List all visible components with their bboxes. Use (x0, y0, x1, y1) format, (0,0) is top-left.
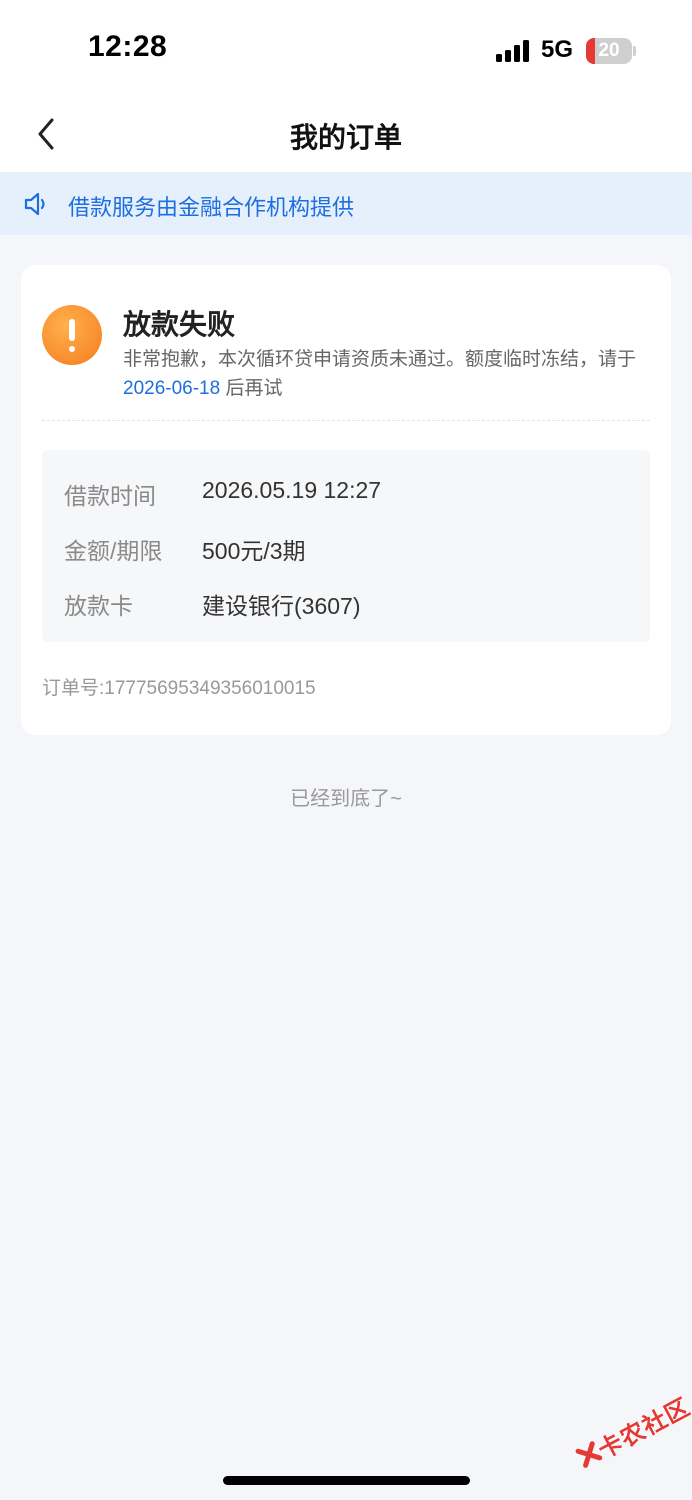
status-desc-suffix: 后再试 (220, 378, 283, 399)
status-desc-prefix: 非常抱歉，本次循环贷申请资质未通过。额度临时冻结，请于 (123, 349, 637, 370)
battery-tip (633, 46, 636, 56)
network-type: 5G (541, 36, 574, 63)
watermark-text: 卡农社区 (593, 1393, 692, 1465)
detail-label: 借款时间 (64, 483, 156, 509)
page-title: 我的订单 (289, 122, 402, 153)
detail-row-amount-term: 金额/期限 500元/3期 (42, 532, 650, 568)
warning-icon (42, 305, 102, 365)
detail-value: 500元/3期 (202, 538, 306, 564)
notice-bar: 借款服务由金融合作机构提供 (0, 172, 692, 235)
divider (42, 420, 650, 421)
signal-icon (496, 40, 532, 62)
battery-level: 20 (598, 40, 620, 61)
detail-row-payout-card: 放款卡 建设银行(3607) (42, 587, 650, 623)
order-status-description: 非常抱歉，本次循环贷申请资质未通过。额度临时冻结，请于 2026-06-18 后… (123, 345, 653, 403)
retry-date: 2026-06-18 (123, 378, 221, 399)
order-status-title: 放款失败 (123, 309, 236, 340)
detail-value: 2026.05.19 12:27 (202, 477, 382, 503)
order-number: 订单号:17775695349356010015 (42, 678, 316, 699)
nav-bar: 我的订单 (0, 100, 692, 172)
detail-label: 放款卡 (64, 593, 133, 619)
order-details: 借款时间 2026.05.19 12:27 金额/期限 500元/3期 放款卡 … (42, 450, 650, 642)
battery-icon: 20 (586, 38, 632, 64)
home-indicator[interactable] (223, 1476, 470, 1485)
status-bar: 12:28 5G 20 (0, 0, 692, 100)
status-time: 12:28 (88, 30, 168, 63)
detail-row-borrow-time: 借款时间 2026.05.19 12:27 (42, 477, 650, 513)
detail-label: 金额/期限 (64, 538, 163, 564)
watermark-logo: 卡农社区 (557, 1371, 692, 1480)
speaker-icon (24, 192, 45, 216)
end-of-list-text: 已经到底了~ (290, 788, 402, 810)
notice-text: 借款服务由金融合作机构提供 (68, 195, 355, 220)
detail-value: 建设银行(3607) (202, 593, 361, 619)
order-card[interactable]: 放款失败 非常抱歉，本次循环贷申请资质未通过。额度临时冻结，请于 2026-06… (21, 265, 671, 735)
